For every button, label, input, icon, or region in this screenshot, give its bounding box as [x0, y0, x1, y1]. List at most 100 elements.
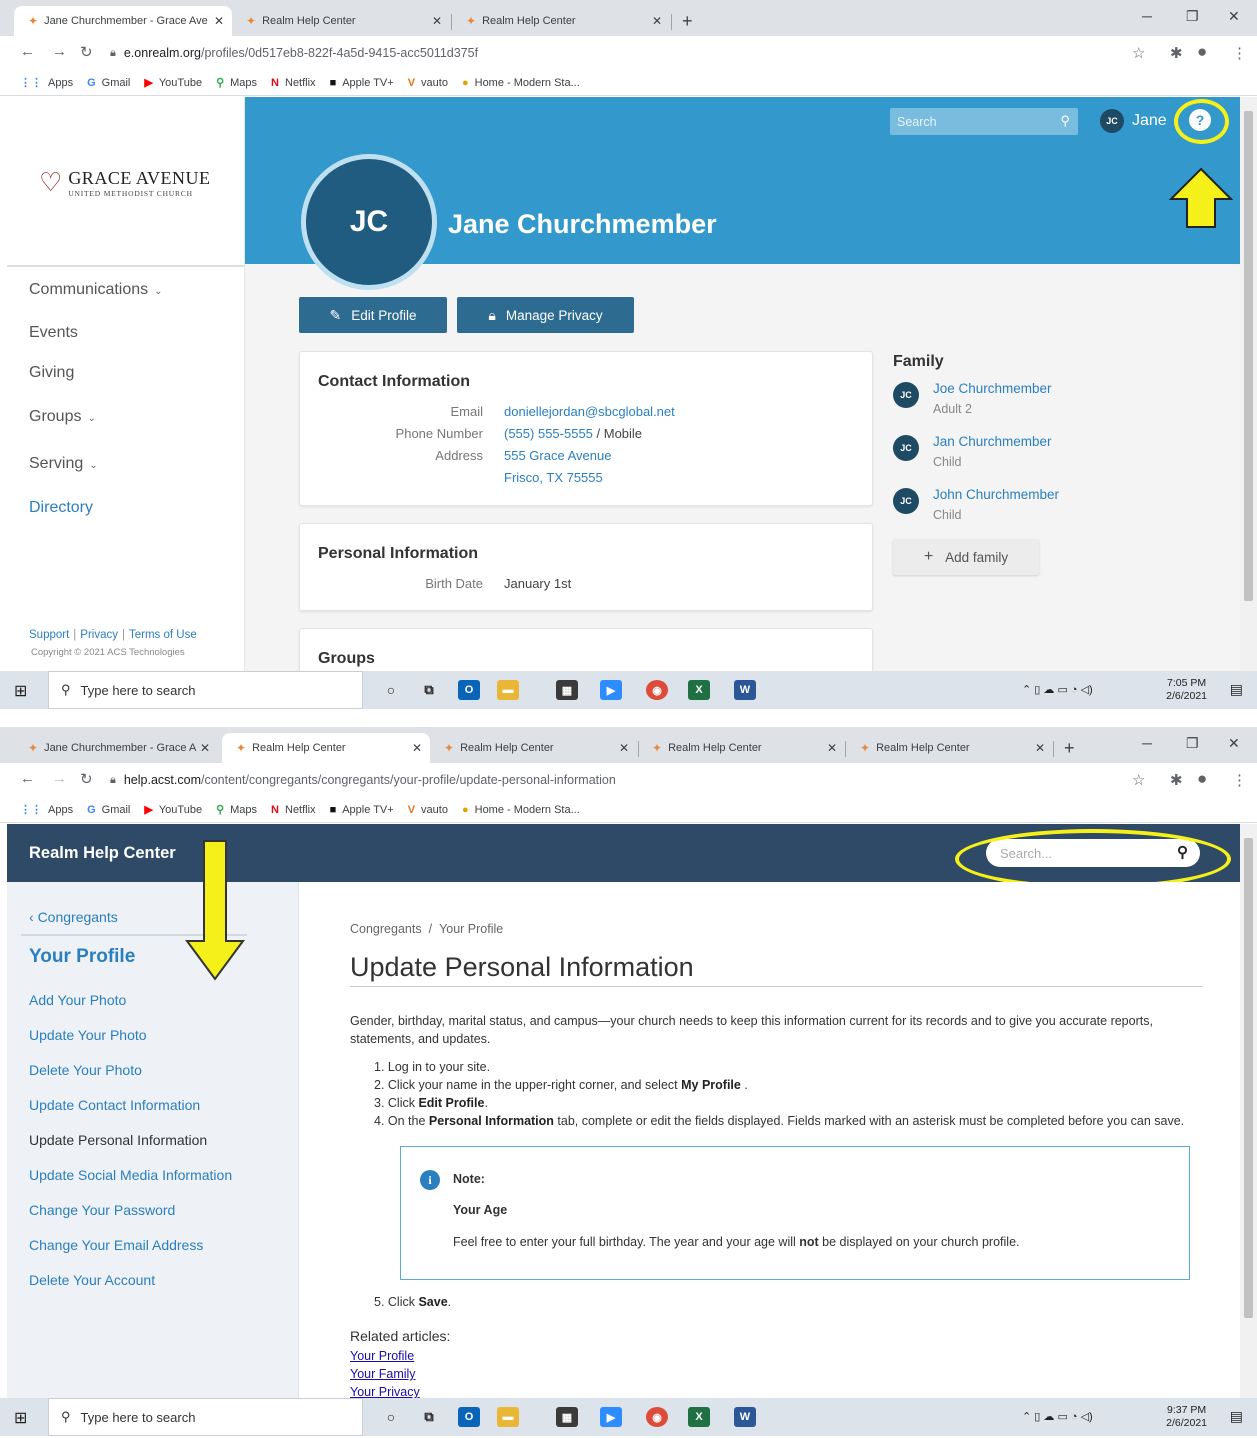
- sidebar-link[interactable]: Delete Your Photo: [29, 1062, 142, 1078]
- system-tray-icons[interactable]: ⌃ ▯ ☁ ▭ ◔ ◁): [1022, 683, 1093, 696]
- store-icon[interactable]: ▦: [556, 680, 578, 700]
- bookmark-vauto[interactable]: Vvauto: [408, 77, 448, 89]
- bookmark-youtube[interactable]: ▶ YouTube: [144, 803, 202, 817]
- bookmark-netflix[interactable]: N Netflix: [271, 77, 316, 89]
- bookmark-apps[interactable]: ⋮⋮ Apps: [20, 803, 73, 817]
- bookmark-vauto[interactable]: Vvauto: [408, 804, 448, 816]
- footer-privacy-link[interactable]: Privacy: [80, 629, 118, 641]
- file-explorer-icon[interactable]: ▬: [497, 680, 519, 700]
- task-view-icon[interactable]: ⧉: [418, 680, 440, 700]
- excel-icon[interactable]: X: [688, 1407, 710, 1427]
- bookmark-appletv[interactable]: ■ Apple TV+: [330, 804, 394, 816]
- outlook-icon[interactable]: O: [458, 680, 480, 700]
- notification-center-icon[interactable]: ▤: [1230, 681, 1243, 698]
- minimize-icon[interactable]: ─: [1142, 8, 1152, 24]
- tab-help-1[interactable]: ✦ Realm Help Center ✕: [232, 6, 450, 36]
- page-scrollbar[interactable]: [1240, 97, 1257, 671]
- address-line-2[interactable]: Frisco, TX 75555: [504, 470, 603, 485]
- footer-support-link[interactable]: Support: [29, 629, 69, 641]
- search-icon[interactable]: ⚲: [1060, 113, 1070, 129]
- tab-close-icon[interactable]: ✕: [200, 741, 210, 755]
- tab-close-icon[interactable]: ✕: [214, 14, 224, 28]
- sidebar-link[interactable]: Add Your Photo: [29, 992, 126, 1008]
- church-logo[interactable]: ♡ GRACE AVENUE UNITED METHODIST CHURCH: [39, 167, 211, 198]
- extensions-puzzle-icon[interactable]: ✱: [1170, 771, 1183, 789]
- email-link[interactable]: doniellejordan@sbcglobal.net: [504, 404, 675, 419]
- related-link[interactable]: Your Family: [350, 1367, 416, 1381]
- chrome-icon[interactable]: ◉: [646, 1407, 668, 1427]
- sidebar-item-events[interactable]: Events: [29, 324, 78, 342]
- forward-arrow-icon[interactable]: →: [52, 43, 67, 60]
- back-to-congregants-link[interactable]: ‹ Congregants: [29, 909, 118, 925]
- bookmark-star-icon[interactable]: ☆: [1132, 771, 1145, 789]
- cortana-icon[interactable]: ○: [380, 1407, 402, 1427]
- taskbar-search-input[interactable]: ⚲ Type here to search: [48, 1398, 363, 1436]
- page-scrollbar[interactable]: [1240, 824, 1257, 1398]
- new-tab-icon[interactable]: +: [682, 11, 693, 32]
- tab-close-icon[interactable]: ✕: [827, 741, 837, 755]
- help-center-title[interactable]: Realm Help Center: [29, 844, 176, 863]
- sidebar-item-groups[interactable]: Groups ⌄: [29, 408, 96, 426]
- excel-icon[interactable]: X: [688, 680, 710, 700]
- related-link[interactable]: Your Privacy: [350, 1385, 420, 1398]
- word-icon[interactable]: W: [734, 1407, 756, 1427]
- edit-profile-button[interactable]: ✎ Edit Profile: [299, 297, 447, 333]
- taskbar-clock[interactable]: 9:37 PM 2/6/2021: [1166, 1404, 1207, 1430]
- family-member-link[interactable]: John Churchmember: [933, 487, 1059, 502]
- reload-icon[interactable]: ↻: [80, 770, 93, 788]
- bookmark-gmail[interactable]: G Gmail: [87, 804, 130, 816]
- sidebar-item-serving[interactable]: Serving ⌄: [29, 455, 98, 473]
- tab-help-2[interactable]: ✦ Realm Help Center ✕: [452, 6, 670, 36]
- tab-close-icon[interactable]: ✕: [652, 14, 662, 28]
- section-title[interactable]: Your Profile: [29, 946, 135, 968]
- bookmark-maps[interactable]: ⚲ Maps: [216, 76, 257, 90]
- zoom-icon[interactable]: ▶: [600, 680, 622, 700]
- sidebar-link-current[interactable]: Update Personal Information: [29, 1132, 207, 1148]
- bookmark-appletv[interactable]: ■ Apple TV+: [330, 77, 394, 89]
- window-close-icon[interactable]: ✕: [1228, 735, 1240, 752]
- chrome-menu-icon[interactable]: ⋮: [1232, 771, 1247, 789]
- family-member-link[interactable]: Joe Churchmember: [933, 381, 1052, 396]
- scrollbar-thumb[interactable]: [1244, 111, 1253, 601]
- phone-link[interactable]: (555) 555-5555: [504, 426, 593, 441]
- taskbar-clock[interactable]: 7:05 PM 2/6/2021: [1166, 677, 1207, 703]
- footer-terms-link[interactable]: Terms of Use: [129, 629, 197, 641]
- sidebar-item-communications[interactable]: Communications ⌄: [29, 281, 163, 299]
- outlook-icon[interactable]: O: [458, 1407, 480, 1427]
- bookmark-netflix[interactable]: N Netflix: [271, 804, 316, 816]
- realm-search-input[interactable]: Search ⚲: [890, 108, 1078, 135]
- extensions-puzzle-icon[interactable]: ✱: [1170, 44, 1183, 62]
- cortana-icon[interactable]: ○: [380, 680, 402, 700]
- restore-icon[interactable]: ❐: [1186, 735, 1199, 752]
- breadcrumb-your-profile[interactable]: Your Profile: [439, 922, 503, 936]
- back-arrow-icon[interactable]: ←: [20, 770, 35, 787]
- tab-help-3[interactable]: ✦ Realm Help Center ✕: [638, 733, 845, 763]
- word-icon[interactable]: W: [734, 680, 756, 700]
- zoom-icon[interactable]: ▶: [600, 1407, 622, 1427]
- profile-account-icon[interactable]: ●: [1197, 42, 1207, 62]
- tab-help-4[interactable]: ✦ Realm Help Center ✕: [846, 733, 1053, 763]
- breadcrumb-congregants[interactable]: Congregants: [350, 922, 422, 936]
- tab-help-2[interactable]: ✦ Realm Help Center ✕: [430, 733, 637, 763]
- tab-help-active[interactable]: ✦ Realm Help Center ✕: [222, 733, 430, 763]
- chrome-icon[interactable]: ◉: [646, 680, 668, 700]
- user-menu[interactable]: JC Jane: [1100, 109, 1167, 133]
- sidebar-link[interactable]: Delete Your Account: [29, 1272, 155, 1288]
- scrollbar-thumb[interactable]: [1244, 838, 1253, 1318]
- windows-start-icon[interactable]: ⊞: [14, 681, 27, 701]
- sidebar-link[interactable]: Change Your Email Address: [29, 1237, 203, 1253]
- tab-jane-profile[interactable]: ✦ Jane Churchmember - Grace Ave ✕: [14, 6, 232, 36]
- taskbar-search-input[interactable]: ⚲ Type here to search: [48, 671, 363, 709]
- file-explorer-icon[interactable]: ▬: [497, 1407, 519, 1427]
- bookmark-maps[interactable]: ⚲ Maps: [216, 803, 257, 817]
- sidebar-item-giving[interactable]: Giving: [29, 364, 74, 382]
- bookmark-home[interactable]: ● Home - Modern Sta...: [462, 77, 580, 89]
- tab-close-icon[interactable]: ✕: [432, 14, 442, 28]
- new-tab-icon[interactable]: +: [1064, 738, 1075, 759]
- store-icon[interactable]: ▦: [556, 1407, 578, 1427]
- manage-privacy-button[interactable]: 🔒︎ Manage Privacy: [457, 297, 634, 333]
- tab-jane-profile[interactable]: ✦ Jane Churchmember - Grace A ✕: [14, 733, 218, 763]
- family-member-link[interactable]: Jan Churchmember: [933, 434, 1052, 449]
- bookmark-home[interactable]: ● Home - Modern Sta...: [462, 804, 580, 816]
- sidebar-link[interactable]: Change Your Password: [29, 1202, 175, 1218]
